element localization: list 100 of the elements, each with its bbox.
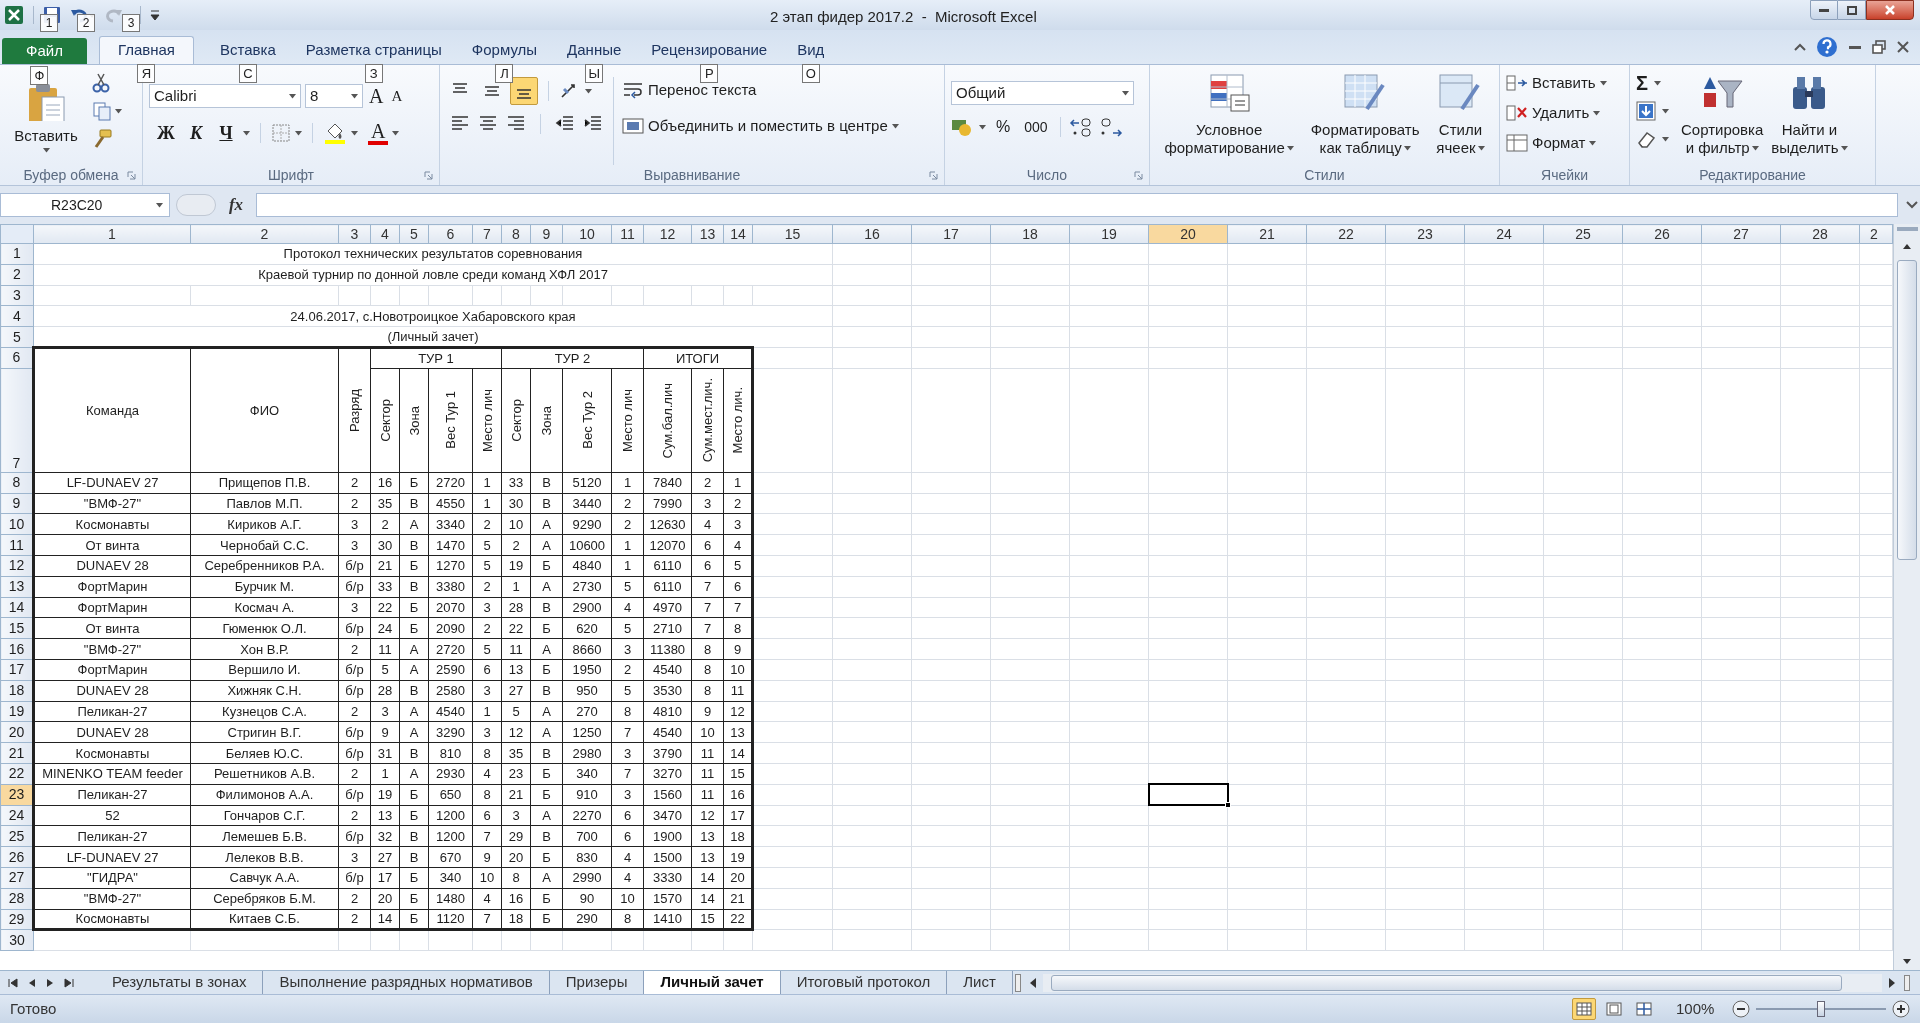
caret-icon[interactable] — [891, 123, 899, 129]
column-header[interactable]: 5 — [399, 224, 429, 244]
percent-button[interactable]: % — [992, 115, 1015, 139]
row-header[interactable]: 30 — [0, 929, 34, 951]
column-header[interactable]: 4 — [370, 224, 400, 244]
column-header[interactable]: 17 — [911, 224, 991, 244]
previous-sheet-icon[interactable] — [28, 977, 36, 988]
restore-icon[interactable] — [1872, 40, 1886, 54]
merge-center-button[interactable]: Объединить и поместить в центре — [622, 113, 888, 139]
ribbon-tab[interactable]: Рецензирование — [647, 36, 772, 64]
ribbon-tab[interactable]: Главная — [98, 36, 194, 64]
autosum-button[interactable]: Σ — [1636, 73, 1648, 93]
zoom-slider-thumb[interactable] — [1817, 1001, 1825, 1017]
row-header[interactable]: 4 — [0, 305, 34, 327]
scissors-icon[interactable] — [92, 73, 110, 93]
horizontal-scroll-thumb[interactable] — [1050, 974, 1842, 991]
font-size-field[interactable]: 8 — [305, 84, 363, 108]
number-format-field[interactable]: Общий — [951, 81, 1134, 105]
column-header[interactable]: 2 — [1859, 224, 1893, 244]
customize-caret-icon[interactable] — [150, 9, 160, 21]
caret-icon[interactable] — [979, 124, 986, 130]
caret-icon[interactable] — [42, 147, 50, 153]
collapse-ribbon-icon[interactable] — [1794, 42, 1806, 52]
ribbon-tab[interactable]: Разметка страницы — [301, 36, 446, 64]
fill-color-icon[interactable] — [323, 121, 347, 145]
column-header[interactable]: 8 — [501, 224, 531, 244]
column-header[interactable]: 21 — [1227, 224, 1307, 244]
font-color-button[interactable]: A — [368, 121, 389, 145]
column-header[interactable]: 20 — [1148, 224, 1228, 244]
column-header[interactable]: 15 — [752, 224, 833, 244]
format-as-table-button[interactable]: Форматировать как таблицу — [1306, 71, 1424, 165]
formula-buttons-handle[interactable] — [176, 194, 216, 216]
dialog-launcher-icon[interactable] — [424, 171, 433, 180]
close-button[interactable] — [1866, 0, 1914, 20]
last-sheet-icon[interactable] — [64, 977, 74, 988]
vertical-scroll-thumb[interactable] — [1897, 260, 1917, 560]
caret-icon[interactable] — [156, 202, 163, 208]
split-handle[interactable] — [1904, 974, 1910, 991]
column-header[interactable]: 28 — [1780, 224, 1860, 244]
caret-icon[interactable] — [585, 88, 592, 94]
increase-decimal-icon[interactable] — [1068, 116, 1093, 138]
column-header[interactable]: 25 — [1543, 224, 1623, 244]
caret-icon[interactable] — [289, 93, 296, 99]
insert-cells-button[interactable]: Вставить — [1506, 71, 1623, 95]
italic-button[interactable]: К — [183, 121, 209, 145]
column-header[interactable]: 16 — [832, 224, 912, 244]
ribbon-tab[interactable]: Формулы — [467, 36, 542, 64]
column-header[interactable]: 26 — [1622, 224, 1702, 244]
next-sheet-icon[interactable] — [46, 977, 54, 988]
grow-font-button[interactable]: A — [367, 81, 386, 111]
caret-icon[interactable] — [1286, 145, 1294, 151]
column-header[interactable]: 22 — [1306, 224, 1386, 244]
column-header[interactable]: 2 — [190, 224, 339, 244]
column-header[interactable]: 24 — [1464, 224, 1544, 244]
caret-icon[interactable] — [1662, 136, 1669, 142]
column-header[interactable]: 12 — [643, 224, 692, 244]
find-select-button[interactable]: Найти и выделить — [1767, 71, 1852, 165]
restore-button[interactable] — [1838, 0, 1866, 20]
zoom-level[interactable]: 100% — [1676, 997, 1726, 1021]
ribbon-tab[interactable]: Вид — [793, 36, 829, 64]
caret-icon[interactable] — [1662, 108, 1669, 114]
minimize-button[interactable] — [1810, 0, 1838, 20]
tab-split-handle[interactable] — [1014, 973, 1021, 992]
caret-icon[interactable] — [295, 130, 302, 136]
column-header[interactable]: 14 — [723, 224, 753, 244]
row-header[interactable]: 2 — [0, 264, 34, 286]
column-header[interactable]: 9 — [530, 224, 563, 244]
caret-icon[interactable] — [351, 130, 358, 136]
help-icon[interactable] — [1816, 36, 1838, 58]
caret-icon[interactable] — [115, 108, 122, 114]
row-header[interactable]: 1 — [0, 243, 34, 265]
caret-icon[interactable] — [243, 130, 250, 136]
caret-icon[interactable] — [351, 93, 358, 99]
ribbon-tab[interactable]: Вставка — [216, 36, 280, 64]
caret-icon[interactable] — [1593, 110, 1601, 116]
format-cells-button[interactable]: Формат — [1506, 131, 1623, 155]
insert-function-button[interactable]: fx — [222, 192, 250, 218]
conditional-formatting-button[interactable]: Условное форматирование — [1160, 71, 1298, 165]
column-header[interactable]: 1 — [33, 224, 191, 244]
dialog-launcher-icon[interactable] — [1134, 171, 1143, 180]
excel-icon[interactable] — [4, 5, 24, 25]
caret-icon[interactable] — [1840, 145, 1848, 151]
paste-button[interactable]: Вставить — [6, 83, 86, 153]
bold-button[interactable]: Ж — [153, 121, 179, 145]
row-header[interactable]: 7 — [0, 368, 34, 473]
formula-input[interactable] — [256, 193, 1898, 217]
fill-down-icon[interactable] — [1636, 101, 1656, 121]
scroll-up-icon[interactable] — [1902, 242, 1912, 250]
column-header[interactable]: 3 — [338, 224, 371, 244]
view-button[interactable] — [1572, 998, 1596, 1020]
font-name-field[interactable]: Calibri — [149, 84, 301, 108]
name-box[interactable]: R23C20 — [0, 193, 170, 217]
row-header[interactable]: 5 — [0, 326, 34, 348]
currency-icon[interactable] — [951, 117, 973, 137]
caret-icon[interactable] — [1403, 145, 1411, 151]
column-header[interactable]: 27 — [1701, 224, 1781, 244]
close-icon[interactable] — [1896, 40, 1910, 54]
caret-icon[interactable] — [1122, 90, 1129, 96]
column-header[interactable]: 19 — [1069, 224, 1149, 244]
sort-filter-button[interactable]: Сортировка и фильтр — [1677, 71, 1768, 165]
